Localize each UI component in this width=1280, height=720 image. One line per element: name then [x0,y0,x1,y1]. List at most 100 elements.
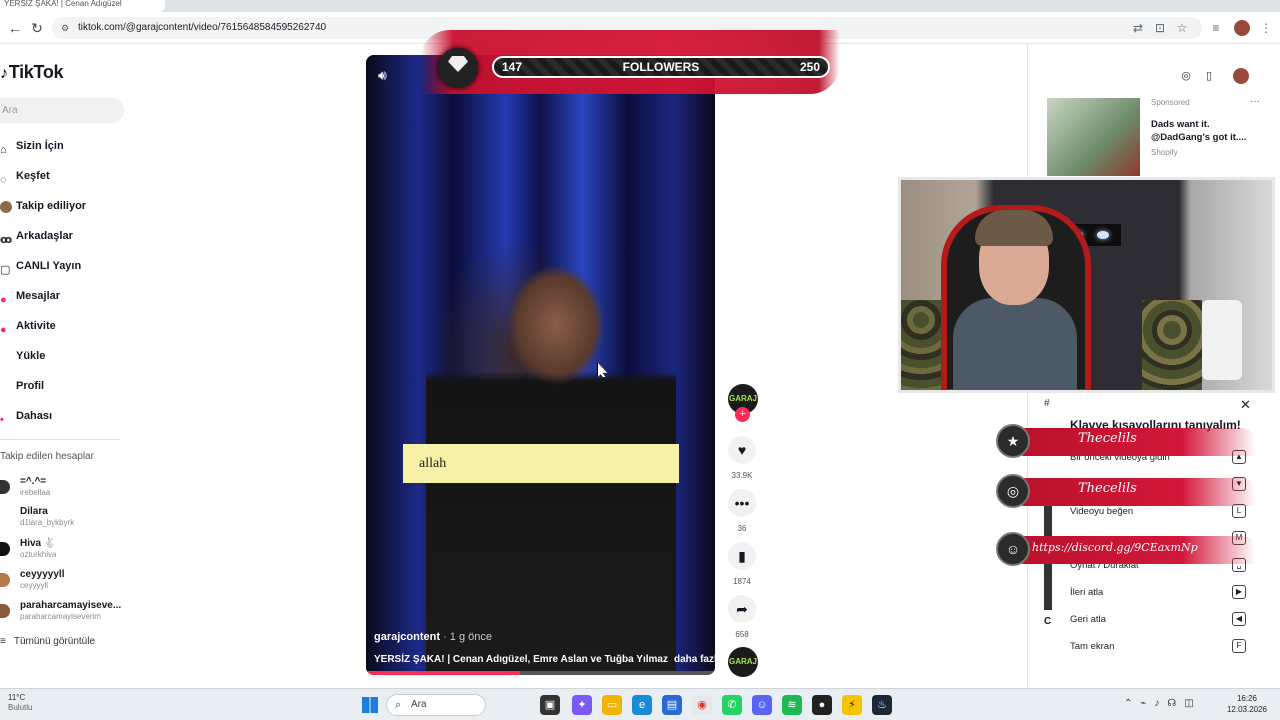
chrome-icon[interactable]: ◉ [692,695,712,715]
nav-item-following[interactable]: Takip ediliyor [0,195,86,217]
device-icon[interactable]: ▯ [1201,68,1217,84]
bookmark-star-icon[interactable]: ☆ [1175,21,1189,35]
following-icon [0,199,16,213]
browser-tabstrip: YERSİZ ŞAKA! | Cenan Adıgüzel [0,0,1280,12]
search-input[interactable]: Ara [0,98,124,123]
home-icon: ⌂ [0,144,7,156]
more-link[interactable]: daha fazlası [674,654,715,665]
menu-icon[interactable]: ⋮ [1259,21,1273,35]
hashtag-text: # [1044,398,1050,409]
ad-more-icon[interactable]: ··· [1250,96,1260,107]
taskbar-search[interactable]: ⌕ Ara [386,694,486,716]
video-caption-box: allah [403,444,679,483]
following-account[interactable]: Hiva 🐇 ozturkhiva [0,535,56,563]
goal-target: 250 [799,60,820,74]
close-icon[interactable]: ✕ [1240,397,1251,413]
instagram-icon: ◎ [996,474,1030,508]
comment-count: 36 [737,524,747,533]
browser-tab[interactable]: YERSİZ ŞAKA! | Cenan Adıgüzel [0,0,165,12]
comment-icon[interactable]: ••• [728,489,756,517]
share-icon[interactable]: ➦ [728,595,756,623]
nav-item-live[interactable]: ▢ CANLI Yayın [0,255,81,277]
ad-text[interactable]: Dads want it. @DadGang's got it.... [1151,118,1261,144]
see-all-link[interactable]: ≡ Tümünü görüntüle [0,636,95,647]
nav-item-profile[interactable]: Profil [0,375,44,397]
discord-app-icon[interactable]: ☺ [752,695,772,715]
profile-avatar[interactable] [1234,20,1250,36]
video-author[interactable]: garajcontent · 1 g önce [374,631,492,643]
avatar [0,510,10,524]
ad-image[interactable] [1047,98,1140,176]
avatar [0,604,10,618]
social-overlay-instagram: ◎ Thecelils [996,474,1256,508]
following-account[interactable]: =^.^= irebellaa [0,473,50,501]
video-progress-bar[interactable] [366,671,715,675]
install-icon[interactable]: ⊡ [1153,21,1167,35]
store-icon[interactable]: ▤ [662,695,682,715]
user-avatar[interactable] [1233,68,1249,84]
like-count: 33.9K [731,471,753,480]
avatar [0,480,10,494]
windows-start-icon[interactable] [362,697,378,713]
translate-icon[interactable]: ⇄ [1131,21,1145,35]
follower-goal-bar: 147 FOLLOWERS 250 [492,56,830,78]
video-description: YERSİZ ŞAKA! | Cenan Adıgüzel, Emre Asla… [374,654,715,665]
nav-item-for-you[interactable]: ⌂ Sizin İçin [0,135,64,157]
whatsapp-icon[interactable]: ✆ [722,695,742,715]
nav-item-messages[interactable]: ● Mesajlar [0,285,60,307]
more-icon: • [0,414,4,426]
key-right-icon: ▶ [1232,585,1246,599]
activity-icon: ● [0,324,7,336]
weather-widget[interactable]: 11°C Bulutlu [8,693,32,713]
file-explorer-icon[interactable]: ▭ [602,695,622,715]
nav-item-explore[interactable]: ◌ Keşfet [0,165,50,187]
steam-icon[interactable]: ♨ [872,695,892,715]
clock[interactable]: 16:26 12.03.2026 [1222,693,1272,715]
app-icon[interactable]: ⚡ [842,695,862,715]
follow-plus-icon[interactable]: + [735,407,750,422]
bookmark-icon[interactable]: ▮ [728,542,756,570]
friends-icon: ꝏ [0,234,13,246]
shortcut-row: İleri atla ▶ [1070,584,1246,602]
nav-item-more[interactable]: • Dahası [0,405,52,427]
video-subject [426,185,676,675]
edge-icon[interactable]: e [632,695,652,715]
webcam-overlay [898,177,1275,393]
following-account[interactable]: ceyyyyyll ceyyyyll [0,566,65,594]
site-info-icon[interactable]: ⚙ [61,17,69,39]
coins-icon[interactable]: ◎ [1178,68,1194,84]
following-header: Takip edilen hesaplar [0,451,94,462]
video-player[interactable]: 🔊︎ allah garajcontent · 1 g önce YERSİZ … [366,55,715,675]
shortcut-row: Tam ekran F [1070,638,1246,656]
tiktok-logo[interactable]: ♪TikTok [0,62,64,83]
avatar [0,573,10,587]
list-icon: ≡ [0,636,6,647]
save-count: 1874 [733,577,751,586]
live-icon: ▢ [0,264,11,276]
key-f-icon: F [1232,639,1246,653]
volume-icon[interactable]: 🔊︎ [378,67,387,84]
reload-icon[interactable]: ↻ [28,19,46,37]
music-disc[interactable]: GARAJ [728,647,758,677]
spotify-icon[interactable]: ≋ [782,695,802,715]
system-tray[interactable]: ⌃⌁♪☊◫ [1124,698,1202,709]
nav-item-friends[interactable]: ꝏ Arkadaşlar [0,225,73,247]
back-icon[interactable]: ← [6,19,24,37]
nav-item-activity[interactable]: ● Aktivite [0,315,56,337]
copilot-icon[interactable]: ✦ [572,695,592,715]
heart-icon[interactable]: ♥ [728,436,756,464]
avatar [0,542,10,556]
ad-brand: Shopify [1151,148,1178,157]
windows-taskbar: 11°C Bulutlu ⌕ Ara ▣ ✦ ▭ e ▤ ◉ ✆ ☺ ≋ ● ⚡ ♨… [0,688,1280,720]
obs-icon[interactable]: ● [812,695,832,715]
video-progress-fill [366,671,520,675]
following-account[interactable]: Dilara d1lara_bykbyrk [0,503,74,531]
tiktok-note-icon: ♪ [0,65,8,82]
tab-search-icon[interactable]: ≡ [1209,21,1223,35]
following-account[interactable]: paraharcamayiseve... paraharcamayiseverim [0,597,121,625]
nav-item-upload[interactable]: Yükle [0,345,45,367]
share-count: 658 [735,630,749,639]
profile-icon [0,379,16,393]
task-view-icon[interactable]: ▣ [540,695,560,715]
diamond-icon [438,48,478,88]
